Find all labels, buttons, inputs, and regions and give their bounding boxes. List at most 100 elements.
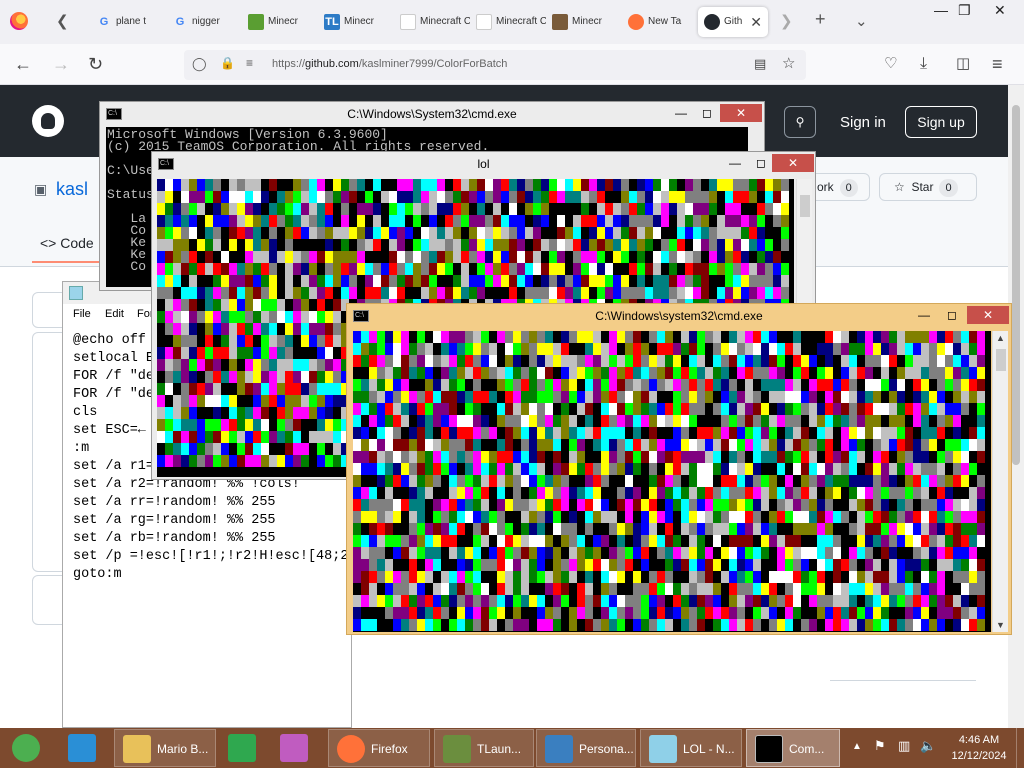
show-hidden-icons-icon[interactable]: ▲ bbox=[852, 741, 862, 752]
tab-code[interactable]: <> Code bbox=[32, 235, 102, 263]
taskbar-item-label: Mario B... bbox=[157, 742, 209, 756]
browser-tab-label: Minecr bbox=[344, 16, 375, 27]
new-tab-icon[interactable]: + bbox=[815, 9, 826, 30]
pocket-icon[interactable]: ♡ bbox=[884, 54, 897, 74]
sign-in-link[interactable]: Sign in bbox=[840, 114, 886, 131]
maximize-icon[interactable]: ◻ bbox=[750, 154, 772, 172]
cmd-front-scrollbar[interactable]: ▲ ▼ bbox=[992, 331, 1008, 632]
close-icon[interactable]: ✕ bbox=[967, 306, 1009, 324]
action-center-flag-icon[interactable]: ⚑ bbox=[874, 738, 886, 754]
taskbar-item[interactable]: Persona... bbox=[536, 729, 636, 767]
cmd-window-front[interactable]: C:\ C:\Windows\system32\cmd.exe — ◻ ✕ ▲ … bbox=[346, 303, 1012, 635]
clock-date: 12/12/2024 bbox=[951, 750, 1007, 762]
notepad-icon bbox=[649, 735, 677, 763]
downloads-icon[interactable]: ⤓ bbox=[920, 54, 927, 74]
star-label: Star bbox=[911, 180, 934, 194]
repo-owner-link[interactable]: kasl bbox=[56, 179, 88, 200]
minimize-icon[interactable]: — bbox=[670, 104, 692, 122]
menu-file[interactable]: File bbox=[73, 308, 91, 320]
back-icon[interactable]: ← bbox=[14, 54, 32, 74]
show-desktop-button[interactable] bbox=[1016, 728, 1024, 768]
close-tab-icon[interactable]: ✕ bbox=[750, 7, 762, 37]
browser-tab[interactable]: Minecraft C bbox=[470, 7, 546, 37]
scroll-tabs-right-icon[interactable]: ❯ bbox=[780, 12, 793, 30]
scroll-tabs-left-icon[interactable]: ❮ bbox=[56, 12, 69, 30]
bookmark-star-icon[interactable]: ☆ bbox=[782, 54, 795, 72]
extensions-icon[interactable]: ◫ bbox=[956, 54, 970, 74]
browser-tab[interactable]: Minecr bbox=[242, 7, 318, 37]
tab-code-label: Code bbox=[60, 235, 94, 251]
browser-tab[interactable]: Minecraft C bbox=[394, 7, 470, 37]
clock-time: 4:46 AM bbox=[958, 734, 1000, 746]
scroll-down-icon[interactable]: ▼ bbox=[996, 620, 1005, 630]
firefox-logo-icon[interactable] bbox=[10, 12, 28, 30]
url-text[interactable]: https://github.com/kaslminer7999/ColorFo… bbox=[272, 58, 507, 70]
permissions-icon[interactable]: ≡ bbox=[246, 56, 253, 70]
restore-icon[interactable]: ❐ bbox=[958, 2, 971, 19]
github-logo-icon[interactable] bbox=[32, 105, 64, 137]
tracking-shield-icon[interactable]: ◯ bbox=[192, 56, 207, 72]
taskbar-item[interactable] bbox=[220, 729, 268, 767]
minimize-icon[interactable]: — bbox=[913, 306, 935, 324]
star-icon: ☆ bbox=[894, 180, 905, 194]
lock-icon[interactable]: 🔒 bbox=[220, 56, 235, 70]
menu-edit[interactable]: Edit bbox=[105, 308, 124, 320]
search-icon[interactable]: ⚲ bbox=[784, 106, 816, 138]
menu-icon[interactable]: ≡ bbox=[992, 54, 1003, 74]
close-icon[interactable]: ✕ bbox=[772, 154, 814, 172]
taskbar-item[interactable] bbox=[4, 729, 56, 767]
taskbar-item[interactable]: TLaun... bbox=[434, 729, 534, 767]
star-button[interactable]: ☆ Star 0 bbox=[879, 173, 977, 201]
taskbar-item[interactable] bbox=[272, 729, 324, 767]
minimize-icon[interactable]: — bbox=[934, 2, 948, 18]
star-count: 0 bbox=[939, 179, 958, 197]
minecraft-icon bbox=[248, 14, 264, 30]
tab-bar: ❮ Gplane t Gnigger Minecr TL Minecr Minecraft… bbox=[0, 0, 1024, 44]
minimize-icon[interactable]: — bbox=[724, 154, 746, 172]
reload-icon[interactable]: ↻ bbox=[88, 54, 103, 74]
blank-icon bbox=[476, 14, 492, 30]
3d-app-icon bbox=[280, 734, 308, 762]
tl-icon: TL bbox=[324, 14, 340, 30]
code-line: set /p =!esc![!r1!;!r2!H!esc![48;2 bbox=[73, 549, 349, 564]
network-icon[interactable]: ▥ bbox=[898, 738, 910, 754]
taskbar-item[interactable]: LOL - N... bbox=[640, 729, 742, 767]
browser-tab-label: nigger bbox=[192, 16, 220, 27]
browser-tab[interactable]: Gith ✕ bbox=[698, 7, 768, 37]
maximize-icon[interactable]: ◻ bbox=[696, 104, 718, 122]
folder-icon bbox=[123, 735, 151, 763]
cmd-front-titlebar[interactable]: C:\ C:\Windows\system32\cmd.exe — ◻ ✕ bbox=[347, 304, 1011, 328]
repo-icon: ▣ bbox=[34, 181, 48, 197]
address-bar[interactable]: ◯ 🔒 ≡ https://github.com/kaslminer7999/C… bbox=[184, 50, 806, 80]
taskbar-item[interactable]: Firefox bbox=[328, 729, 430, 767]
browser-tab[interactable]: TL Minecr bbox=[318, 7, 394, 37]
close-icon[interactable]: ✕ bbox=[720, 104, 762, 122]
taskbar: Mario B... Firefox TLaun... Persona... LOL -… bbox=[0, 728, 1024, 768]
browser-tab-label: Minecraft C bbox=[496, 16, 546, 27]
blank-icon bbox=[400, 14, 416, 30]
browser-tab[interactable]: Gnigger bbox=[166, 7, 242, 37]
browser-tab[interactable]: New Ta bbox=[622, 7, 698, 37]
sign-up-button[interactable]: Sign up bbox=[905, 106, 977, 138]
google-icon: G bbox=[175, 16, 185, 28]
taskbar-item[interactable] bbox=[60, 729, 110, 767]
reader-view-icon[interactable]: ▤ bbox=[754, 56, 766, 72]
google-icon: G bbox=[99, 16, 109, 28]
lol-title: lol bbox=[477, 157, 490, 171]
taskbar-item-label: TLaun... bbox=[477, 742, 522, 756]
browser-tab[interactable]: Gplane t bbox=[90, 7, 166, 37]
taskbar-item[interactable]: Mario B... bbox=[114, 729, 216, 767]
volume-icon[interactable]: 🔈 bbox=[920, 738, 936, 754]
list-tabs-icon[interactable]: ⌄ bbox=[855, 12, 868, 30]
close-icon[interactable]: ✕ bbox=[994, 2, 1006, 19]
forward-icon[interactable]: → bbox=[52, 54, 70, 74]
taskbar-item[interactable]: Com... bbox=[746, 729, 840, 767]
code-line: goto:m bbox=[73, 567, 122, 582]
system-clock[interactable]: 4:46 AM 12/12/2024 bbox=[948, 732, 1010, 764]
browser-tab[interactable]: Minecr bbox=[546, 7, 622, 37]
lol-titlebar[interactable]: C:\ lol — ◻ ✕ bbox=[152, 152, 815, 176]
maximize-icon[interactable]: ◻ bbox=[941, 306, 963, 324]
cmd-front-title: C:\Windows\system32\cmd.exe bbox=[595, 309, 763, 323]
scroll-up-icon[interactable]: ▲ bbox=[996, 333, 1005, 343]
cmd-back-titlebar[interactable]: C:\ C:\Windows\System32\cmd.exe — ◻ ✕ bbox=[100, 102, 764, 126]
